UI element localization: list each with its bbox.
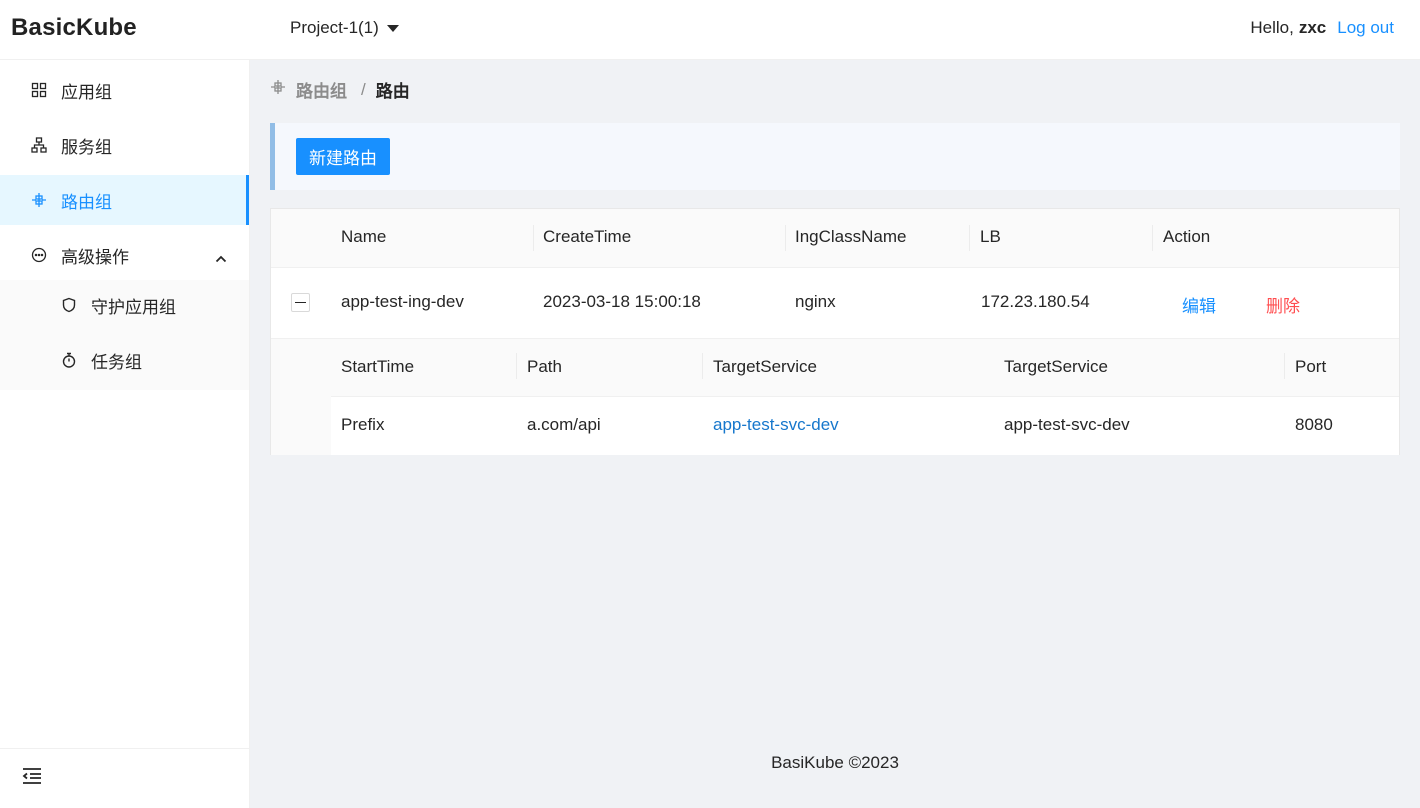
cell-create-time: 2023-03-18 15:00:18 xyxy=(543,292,701,311)
logout-link[interactable]: Log out xyxy=(1337,18,1394,38)
subtable-row: Prefix a.com/api app-test-svc-dev app-te… xyxy=(331,397,1399,455)
sub-cell-path: a.com/api xyxy=(527,415,601,434)
column-divider xyxy=(1284,353,1285,379)
sidebar: 应用组 服务组 路由组 高级操作 守护应用组 任务组 xyxy=(0,60,250,808)
user-name: zxc xyxy=(1298,18,1327,37)
subtable-header: StartTime Path TargetService TargetServi… xyxy=(331,339,1399,397)
top-header: BasicKube Project-1(1) Hello, zxc Log ou… xyxy=(0,0,1420,60)
target-service-link[interactable]: app-test-svc-dev xyxy=(713,415,839,435)
column-header-action: Action xyxy=(1163,227,1211,246)
project-dropdown[interactable]: Project-1(1) xyxy=(290,18,399,38)
table-row: app-test-ing-dev 2023-03-18 15:00:18 ngi… xyxy=(271,268,1399,339)
sub-column-target-service-2: TargetService xyxy=(1004,357,1108,376)
sidebar-item-label: 路由组 xyxy=(61,192,112,212)
table-header: Name CreateTime IngClassName LB Action xyxy=(271,209,1399,268)
sub-column-path: Path xyxy=(527,357,562,376)
routes-table: Name CreateTime IngClassName LB Action a… xyxy=(270,208,1400,455)
appstore-icon xyxy=(30,81,48,99)
ellipsis-circle-icon xyxy=(30,246,48,264)
new-route-button[interactable]: 新建路由 xyxy=(296,138,390,175)
column-divider xyxy=(969,225,970,251)
cell-lb: 172.23.180.54 xyxy=(981,292,1090,311)
column-header-name: Name xyxy=(341,227,387,246)
sub-cell-target-service: app-test-svc-dev xyxy=(1004,415,1130,434)
expanded-row: StartTime Path TargetService TargetServi… xyxy=(271,339,1399,455)
sidebar-item-service-group[interactable]: 服务组 xyxy=(0,120,249,170)
edit-link[interactable]: 编辑 xyxy=(1182,292,1216,317)
sidebar-item-job-group[interactable]: 任务组 xyxy=(0,335,249,385)
cluster-icon xyxy=(30,136,48,154)
sub-column-target-service: TargetService xyxy=(713,357,817,376)
breadcrumb-current: 路由 xyxy=(375,82,410,101)
sub-column-port: Port xyxy=(1295,357,1327,376)
page-footer: BasiKube ©2023 xyxy=(771,753,899,772)
breadcrumb-separator: / xyxy=(361,79,366,99)
collapse-row-button[interactable] xyxy=(291,293,310,312)
column-divider xyxy=(533,225,534,251)
sidebar-item-label: 任务组 xyxy=(91,352,142,372)
sub-column-start-time: StartTime xyxy=(341,357,415,376)
rules-subtable: StartTime Path TargetService TargetServi… xyxy=(331,339,1399,455)
stopwatch-icon xyxy=(60,351,78,369)
breadcrumb: 路由组 / 路由 xyxy=(270,77,410,102)
column-divider xyxy=(785,225,786,251)
column-divider xyxy=(1152,225,1153,251)
sidebar-item-app-group[interactable]: 应用组 xyxy=(0,65,249,115)
sidebar-collapse-toggle[interactable] xyxy=(0,748,249,808)
route-icon xyxy=(270,79,286,100)
cell-ing-class: nginx xyxy=(795,292,836,311)
route-icon xyxy=(30,191,48,209)
project-name: Project-1(1) xyxy=(290,18,379,37)
sidebar-item-label: 应用组 xyxy=(61,82,112,102)
breadcrumb-parent[interactable]: 路由组 xyxy=(296,77,347,102)
menu-fold-icon xyxy=(22,767,42,790)
sidebar-submenu-advanced: 守护应用组 任务组 xyxy=(0,280,249,390)
sidebar-item-label: 高级操作 xyxy=(61,247,129,267)
sidebar-item-label: 服务组 xyxy=(61,137,112,157)
toolbar: 新建路由 xyxy=(270,123,1400,190)
sidebar-item-route-group[interactable]: 路由组 xyxy=(0,175,249,225)
greeting-text: Hello, xyxy=(1250,18,1294,37)
sub-cell-start-time: Prefix xyxy=(341,415,385,434)
chevron-up-icon xyxy=(215,249,227,269)
app-logo: BasicKube xyxy=(11,14,137,41)
delete-link[interactable]: 删除 xyxy=(1266,292,1300,317)
sub-cell-port: 8080 xyxy=(1295,415,1333,434)
caret-down-icon xyxy=(386,24,399,32)
cell-name: app-test-ing-dev xyxy=(341,292,464,311)
user-area: Hello, zxc Log out xyxy=(1250,18,1394,38)
column-divider xyxy=(702,353,703,379)
sidebar-item-label: 守护应用组 xyxy=(91,297,176,317)
shield-icon xyxy=(60,296,78,314)
column-header-create-time: CreateTime xyxy=(543,227,632,246)
column-header-ing-class: IngClassName xyxy=(795,227,907,246)
sidebar-item-daemon-group[interactable]: 守护应用组 xyxy=(0,280,249,330)
column-divider xyxy=(516,353,517,379)
column-header-lb: LB xyxy=(980,227,1001,246)
sidebar-item-advanced[interactable]: 高级操作 xyxy=(0,230,249,280)
